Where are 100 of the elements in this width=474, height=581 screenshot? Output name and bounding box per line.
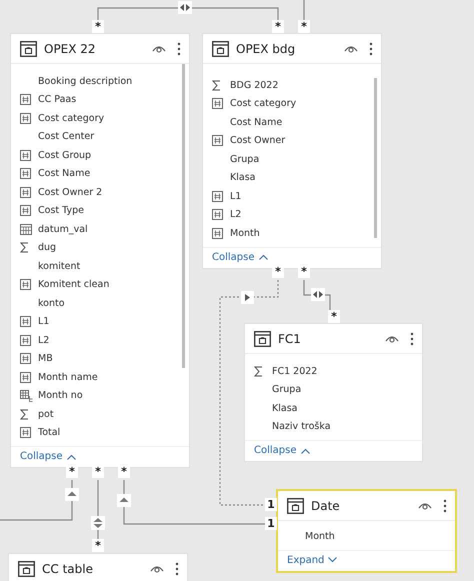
column-icon [20,334,31,346]
field-name[interactable]: Total [38,427,60,438]
column-icon [20,94,31,106]
hierarchy-icon [20,390,33,402]
field-name[interactable]: komitent [38,260,80,272]
column-icon [20,372,31,383]
column-icon [212,190,223,202]
cardinality-label: * [92,20,104,33]
chevron-icon [328,557,338,563]
field-name[interactable]: Cost Name [38,168,90,180]
cardinality-label: * [272,265,284,278]
field-name[interactable]: pot [38,408,54,420]
more-icon[interactable] [369,42,373,56]
field-name[interactable]: CC Paas [38,94,76,106]
field-name[interactable]: Cost Type [38,205,84,216]
column-icon [20,186,31,198]
field-name[interactable]: L1 [38,316,50,328]
column-icon [20,112,31,124]
eye-icon[interactable] [385,334,399,344]
table-card[interactable]: FC1 FC1 2022 Grupa Klasa Naziv troška Collapse [244,323,423,462]
field-name[interactable]: Komitent clean [38,279,110,290]
table-card[interactable]: OPEX 22 Booking description CC Paas Cost category Cost Center Cost Group Cost Name Cost Owner 2 Cost Type datum_val dug komitent Komitent clean konto L1 L2 MB Month name Month no pot Total Collapse [10,33,190,468]
table-icon [20,40,37,56]
field-name[interactable]: Naziv troška [272,421,331,432]
column-icon [212,228,223,239]
eye-icon[interactable] [150,564,164,574]
field-name[interactable]: Booking description [38,76,132,87]
collapse-link[interactable]: Collapse [254,445,310,456]
sigma-icon [212,80,221,91]
more-icon[interactable] [443,498,447,512]
table-icon [287,498,304,514]
cardinality-label: * [272,20,284,33]
field-name[interactable]: Klasa [230,172,256,184]
cardinality-label: 1 [265,498,277,511]
table-icon [18,560,35,576]
chevron-icon [300,448,310,454]
field-name[interactable]: Cost Group [38,150,92,161]
scrollbar-thumb[interactable] [374,78,377,238]
scrollbar-thumb[interactable] [182,64,185,368]
cardinality-label: * [298,20,310,33]
field-name[interactable]: MB [38,353,53,364]
field-name[interactable]: Cost Center [38,131,94,142]
eye-icon[interactable] [152,44,166,54]
field-name[interactable]: Grupa [230,154,260,165]
arrow-right-icon [241,291,254,304]
collapse-link[interactable]: Collapse [212,252,268,262]
table-title: FC1 [278,332,302,346]
field-name[interactable]: Cost category [230,98,296,110]
eye-icon[interactable] [418,500,432,510]
column-icon [20,427,31,438]
table-title: CC table [42,562,94,576]
more-icon[interactable] [177,42,181,56]
chevron-icon [66,454,76,460]
cardinality-label: * [92,539,104,552]
field-name[interactable]: Cost Name [230,116,282,128]
field-name[interactable]: L1 [230,190,242,202]
field-name[interactable]: dug [38,242,56,254]
cardinality-label: * [66,465,78,478]
collapse-link[interactable]: Collapse [20,451,76,462]
column-icon [20,316,31,328]
column-icon [20,150,31,161]
field-name[interactable]: datum_val [38,224,88,235]
bidirectional-icon [91,516,105,530]
field-name[interactable]: Cost category [38,112,104,124]
column-icon [212,98,223,110]
more-icon[interactable] [175,562,179,576]
cardinality-label: * [118,465,130,478]
table-title: Date [311,498,341,512]
field-name[interactable]: Cost Owner 2 [38,186,102,198]
arrow-up-icon [117,494,131,507]
arrow-up-icon [65,488,79,501]
field-name[interactable]: konto [38,298,65,309]
field-name[interactable]: Grupa [272,384,302,396]
field-name[interactable]: Cost Owner [230,135,286,146]
field-name[interactable]: Month no [38,390,83,402]
field-name[interactable]: BDG 2022 [230,80,278,91]
more-icon[interactable] [410,332,414,346]
cardinality-label: * [92,465,104,478]
column-icon [20,168,31,180]
cardinality-label: * [328,310,340,323]
table-icon [254,330,271,346]
eye-icon[interactable] [344,44,358,54]
table-card[interactable]: CC table [8,553,188,581]
field-name[interactable]: Klasa [272,402,298,414]
collapse-link[interactable]: Expand [287,554,338,566]
relationship-line [97,480,99,540]
table-title: OPEX bdg [236,42,296,56]
field-name[interactable]: Month name [38,372,98,383]
table-card[interactable]: Date Month Expand [276,489,457,572]
relationship-line [303,0,305,20]
cardinality-label: * [298,265,310,278]
field-name[interactable]: L2 [230,209,242,220]
field-name[interactable]: FC1 2022 [272,366,318,377]
bidirectional-icon [311,288,325,301]
sigma-icon [20,242,29,254]
field-name[interactable]: L2 [38,334,50,346]
calendar-icon [20,224,32,235]
field-name[interactable]: Month [305,530,335,542]
table-title: OPEX 22 [44,42,97,56]
field-name[interactable]: Month [230,228,260,239]
